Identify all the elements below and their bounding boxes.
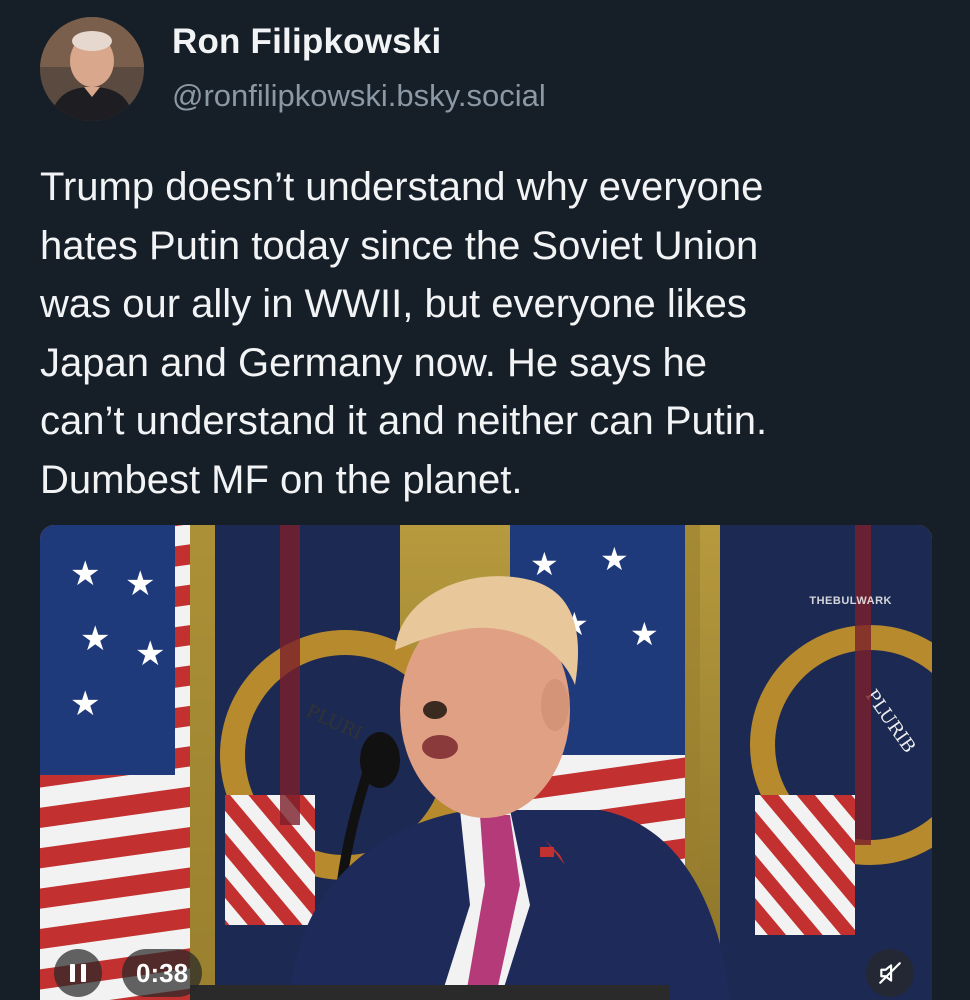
svg-text:★: ★ (600, 540, 629, 578)
svg-text:★: ★ (630, 615, 659, 653)
author-display-name[interactable]: Ron Filipkowski (172, 22, 441, 62)
svg-text:★: ★ (70, 684, 100, 724)
svg-text:★: ★ (70, 554, 100, 594)
svg-text:★: ★ (125, 564, 155, 604)
avatar-image (40, 17, 144, 121)
author-avatar[interactable] (40, 17, 144, 121)
mute-button[interactable] (866, 949, 914, 997)
svg-text:★: ★ (135, 634, 165, 674)
pause-button[interactable] (54, 949, 102, 997)
video-frame: ★ ★ ★ ★ ★ PLURI ★ ★ ★ ★ ★ (40, 525, 932, 1000)
pause-icon (70, 964, 75, 982)
channel-watermark: THEBULWARK (809, 595, 892, 607)
video-player[interactable]: ★ ★ ★ ★ ★ PLURI ★ ★ ★ ★ ★ (40, 525, 932, 1000)
speaker-muted-icon (879, 962, 901, 984)
video-time-badge: 0:38 (122, 949, 203, 997)
post-card: Ron Filipkowski @ronfilipkowski.bsky.soc… (0, 0, 970, 1000)
post-text: Trump doesn’t understand why everyone ha… (40, 165, 768, 502)
svg-text:★: ★ (80, 619, 110, 659)
svg-text:★: ★ (530, 545, 559, 583)
author-handle[interactable]: @ronfilipkowski.bsky.social (172, 78, 546, 114)
